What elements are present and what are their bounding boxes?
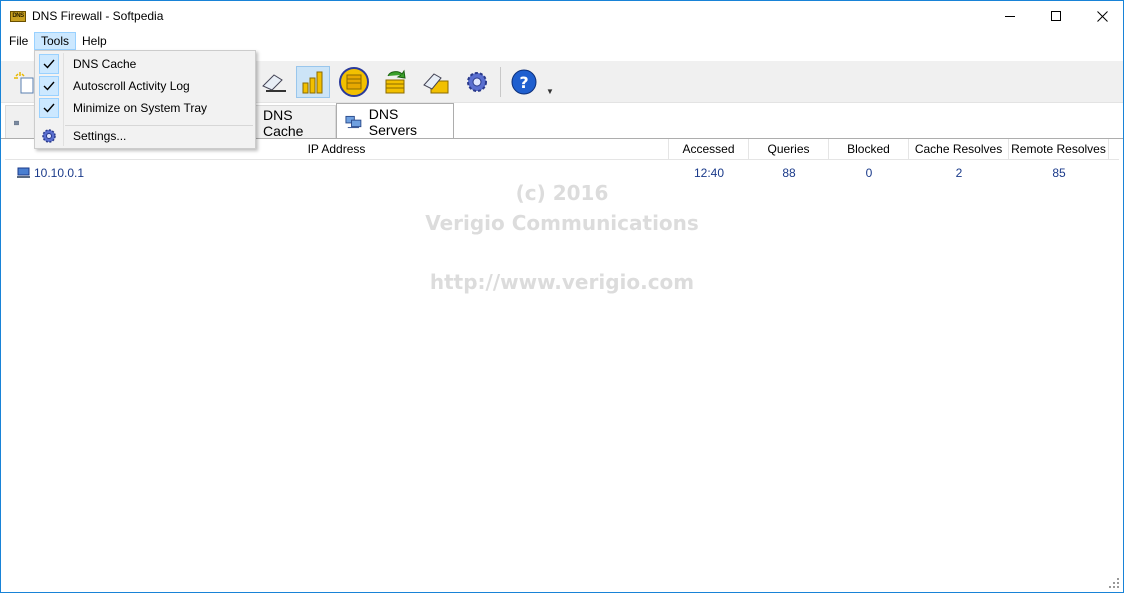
app-icon: DNS xyxy=(10,11,26,22)
tools-dropdown-menu: DNS Cache Autoscroll Activity Log Minimi… xyxy=(34,50,256,149)
menu-item-label: DNS Cache xyxy=(73,57,137,71)
servers-grid: IP Address Accessed Queries Blocked Cach… xyxy=(5,139,1119,589)
toolbar-overflow-button[interactable]: ▼ xyxy=(546,87,554,96)
column-header-blocked[interactable]: Blocked xyxy=(829,139,909,160)
erase-button[interactable] xyxy=(257,66,291,98)
menu-item-minimize-on-system-tray[interactable]: Minimize on System Tray xyxy=(37,97,253,119)
chart-icon xyxy=(302,71,323,94)
resize-grip-icon[interactable] xyxy=(1109,578,1119,588)
menu-item-label: Autoscroll Activity Log xyxy=(73,79,190,93)
gear-icon xyxy=(467,72,487,92)
title-bar[interactable]: DNS DNS Firewall - Softpedia xyxy=(1,1,1123,31)
cell-remote-resolves: 85 xyxy=(1052,166,1066,180)
cell-blocked: 0 xyxy=(865,166,873,180)
menu-item-autoscroll-activity-log[interactable]: Autoscroll Activity Log xyxy=(37,75,253,97)
menu-file[interactable]: File xyxy=(3,32,34,50)
table-row[interactable]: 10.10.0.1 12:40 88 0 2 85 xyxy=(5,163,1119,183)
close-icon xyxy=(1096,10,1108,22)
toolbar-separator xyxy=(500,67,501,97)
refresh-coins-button[interactable] xyxy=(378,66,412,98)
coins-button[interactable] xyxy=(337,66,371,98)
column-header-cache-resolves[interactable]: Cache Resolves xyxy=(909,139,1009,160)
tab-label: DNS Cache xyxy=(263,106,304,139)
servers-icon xyxy=(345,115,362,129)
tab-dns-servers[interactable]: DNS Servers xyxy=(336,103,454,140)
help-icon: ? xyxy=(511,69,537,95)
erase-icon xyxy=(262,74,286,92)
tab-activity-log[interactable] xyxy=(5,105,35,139)
menu-item-label: Minimize on System Tray xyxy=(73,101,208,115)
menu-item-dns-cache[interactable]: DNS Cache xyxy=(37,53,253,75)
refresh-coins-icon xyxy=(385,69,406,94)
help-button[interactable]: ? xyxy=(507,66,541,98)
menu-help[interactable]: Help xyxy=(76,32,113,50)
checkmark-icon xyxy=(39,76,59,96)
checkmark-icon xyxy=(39,54,59,74)
watermark-url: http://www.verigio.com xyxy=(429,270,695,294)
cell-ip-address: 10.10.0.1 xyxy=(34,166,85,180)
menu-item-label: Settings... xyxy=(73,129,127,143)
watermark-company: Verigio Communications xyxy=(425,211,699,235)
svg-text:?: ? xyxy=(519,73,528,92)
cell-cache-resolves: 2 xyxy=(955,166,963,180)
cell-queries: 88 xyxy=(782,166,796,180)
menu-bar: File Tools Help xyxy=(1,31,1123,51)
maximize-icon xyxy=(1051,11,1061,21)
column-header-accessed[interactable]: Accessed xyxy=(669,139,749,160)
column-header-queries[interactable]: Queries xyxy=(749,139,829,160)
chart-button[interactable] xyxy=(296,66,330,98)
settings-button[interactable] xyxy=(460,66,494,98)
cell-accessed: 12:40 xyxy=(693,166,725,180)
minimize-icon xyxy=(1005,15,1015,17)
window-title: DNS Firewall - Softpedia xyxy=(32,9,164,23)
minimize-button[interactable] xyxy=(987,1,1033,31)
tab-dns-cache[interactable]: DNS Cache xyxy=(254,105,336,139)
clear-coins-icon xyxy=(423,73,449,94)
column-header-remote-resolves[interactable]: Remote Resolves xyxy=(1009,139,1109,160)
tab-label: DNS Servers xyxy=(368,106,418,138)
close-button[interactable] xyxy=(1079,1,1123,31)
new-icon xyxy=(14,72,34,94)
app-window: DNS DNS Firewall - Softpedia File Tools … xyxy=(0,0,1124,593)
checkmark-icon xyxy=(39,98,59,118)
gear-icon xyxy=(42,129,56,143)
clear-coins-button[interactable] xyxy=(419,66,453,98)
maximize-button[interactable] xyxy=(1033,1,1079,31)
coins-icon xyxy=(339,67,369,97)
watermark-copyright: (c) 2016 xyxy=(515,181,609,205)
menu-tools[interactable]: Tools xyxy=(34,32,77,50)
log-icon xyxy=(14,120,19,125)
menu-item-settings[interactable]: Settings... xyxy=(37,125,253,147)
